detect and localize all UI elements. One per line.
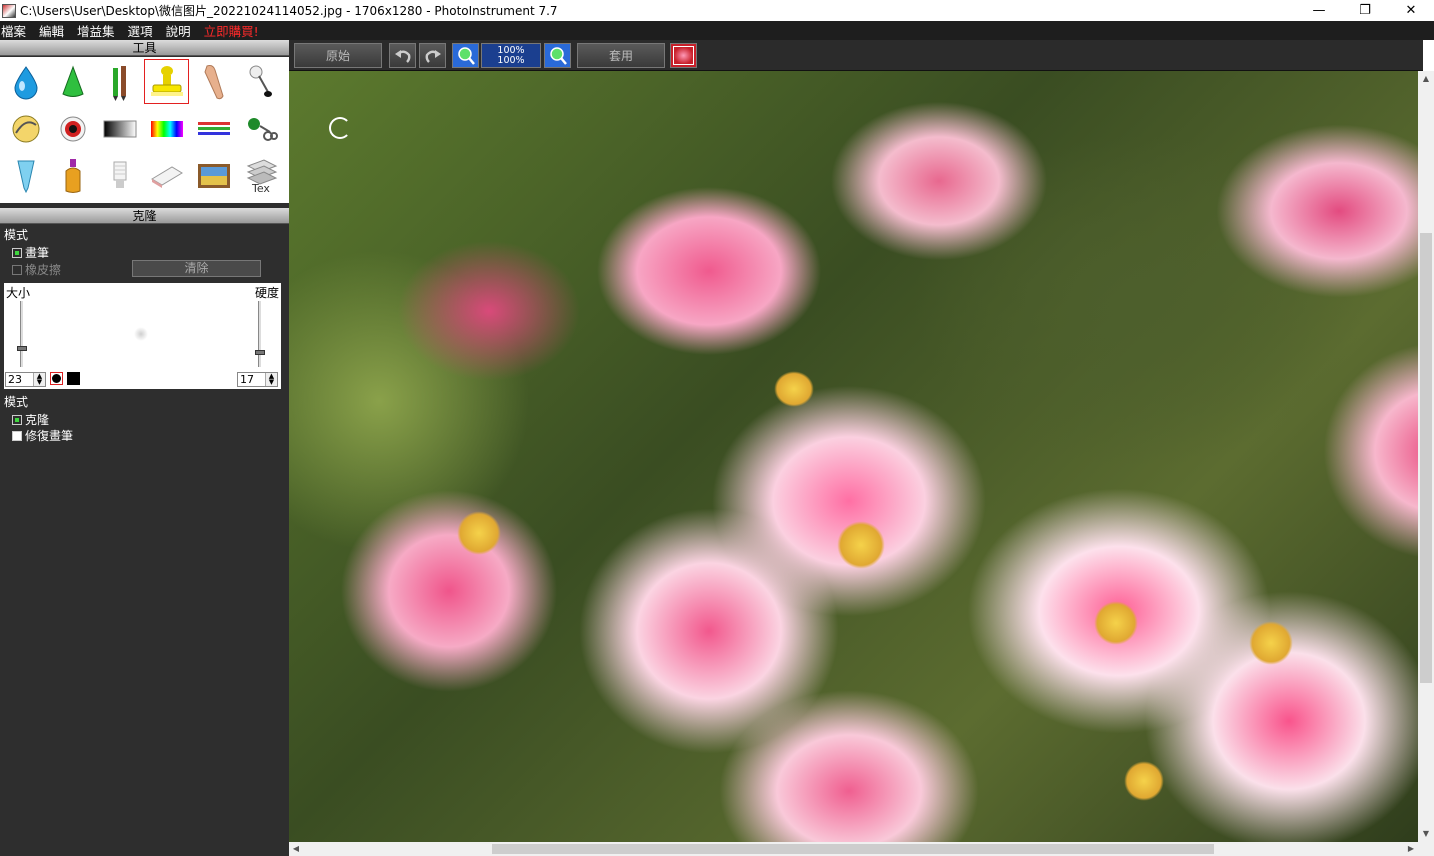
original-button[interactable]: 原始 — [294, 43, 382, 68]
size-slider[interactable] — [17, 301, 27, 367]
menu-help[interactable]: 說明 — [165, 21, 197, 40]
flower-center — [1124, 761, 1164, 801]
menu-options[interactable]: 選項 — [127, 21, 159, 40]
menu-bar: 檔案 編輯 增益集 選項 說明 立即購買! — [0, 21, 1434, 40]
repair-brush-checkbox[interactable] — [12, 430, 22, 441]
thumbnail-icon[interactable] — [670, 43, 697, 68]
vertical-scrollbar[interactable]: ▲ ▼ — [1418, 71, 1434, 842]
scroll-right-icon[interactable]: ▶ — [1404, 842, 1418, 856]
pin-icon[interactable] — [237, 58, 284, 105]
hardness-value[interactable]: 17 — [238, 373, 265, 386]
brush-cursor — [329, 117, 351, 139]
repair-brush-option[interactable]: 修復畫筆 — [12, 427, 73, 444]
app-icon — [2, 3, 16, 18]
apply-button[interactable]: 套用 — [577, 43, 665, 68]
menu-edit[interactable]: 編輯 — [38, 21, 70, 40]
menu-buy-now[interactable]: 立即購買! — [203, 21, 265, 40]
scroll-left-icon[interactable]: ◀ — [289, 842, 303, 856]
window-controls: — ❐ ✕ — [1296, 0, 1434, 21]
eraser-mode-label: 橡皮擦 — [25, 263, 62, 277]
hardness-slider[interactable] — [255, 301, 265, 367]
finger-icon[interactable] — [190, 58, 237, 105]
clone-option[interactable]: 克隆 — [12, 411, 49, 428]
restore-icon[interactable]: ❐ — [1342, 0, 1388, 21]
mode-label: 模式 — [4, 228, 29, 242]
menu-plugins[interactable]: 增益集 — [76, 21, 121, 40]
clone-header: 克隆 — [0, 208, 289, 224]
square-brush-swatch[interactable] — [67, 372, 80, 385]
top-toolbar: 原始 100% 100% 套用 — [289, 40, 1423, 71]
hardness-slider-thumb[interactable] — [255, 349, 265, 355]
zoom-bottom-label: 100% — [497, 54, 525, 66]
size-stepper[interactable]: 23 ▲ ▼ — [5, 372, 46, 387]
vertical-scroll-thumb[interactable] — [1420, 233, 1432, 683]
brush-mode-checkbox[interactable] — [12, 247, 22, 258]
scroll-down-icon[interactable]: ▼ — [1418, 826, 1434, 842]
image-canvas[interactable] — [289, 71, 1418, 842]
brush-settings: 大小 硬度 23 ▲ ▼ 17 ▲ ▼ — [4, 283, 281, 389]
flower-center — [837, 521, 885, 569]
close-icon[interactable]: ✕ — [1388, 0, 1434, 21]
minimize-icon[interactable]: — — [1296, 0, 1342, 21]
text-icon[interactable]: Tex — [237, 152, 284, 199]
hardness-label: 硬度 — [254, 286, 279, 300]
clone-option-label: 克隆 — [25, 413, 50, 427]
drop-icon[interactable] — [2, 58, 49, 105]
window-title: C:\Users\User\Desktop\微信图片_2022102411405… — [20, 4, 558, 18]
flower-center — [774, 371, 814, 407]
size-value[interactable]: 23 — [6, 373, 33, 386]
horizontal-scrollbar[interactable]: ◀ ▶ — [289, 842, 1418, 856]
flower-center — [1249, 621, 1293, 665]
picture-icon[interactable] — [190, 152, 237, 199]
size-slider-thumb[interactable] — [17, 346, 27, 352]
zoom-100-button[interactable]: 100% 100% — [481, 43, 541, 68]
svg-text:Tex: Tex — [251, 182, 270, 194]
repair-brush-label: 修復畫筆 — [25, 429, 74, 443]
pencils-icon[interactable] — [96, 58, 143, 105]
left-panel: 工具 Tex 克隆 模式 畫筆 橡皮擦 清除 大小 硬度 23 ▲ ▼ 17 ▲… — [0, 40, 289, 856]
title-bar: C:\Users\User\Desktop\微信图片_2022102411405… — [0, 0, 1434, 21]
tool-grid: Tex — [0, 57, 289, 203]
bulb-icon[interactable] — [96, 152, 143, 199]
lines-icon[interactable] — [190, 105, 237, 152]
tools-header: 工具 — [0, 40, 289, 56]
zoom-top-label: 100% — [497, 44, 525, 56]
size-label: 大小 — [6, 286, 31, 300]
clone-checkbox[interactable] — [12, 414, 22, 425]
scroll-corner — [1418, 842, 1434, 856]
toolbar-edge — [1423, 40, 1434, 71]
horizontal-scroll-thumb[interactable] — [492, 844, 1214, 854]
clear-button[interactable]: 清除 — [132, 260, 261, 277]
zoom-out-icon[interactable] — [544, 43, 571, 68]
gradient-icon[interactable] — [96, 105, 143, 152]
round-brush-swatch[interactable] — [50, 372, 63, 385]
size-stepper-arrows[interactable]: ▲ ▼ — [33, 373, 45, 386]
mode2-label: 模式 — [4, 395, 29, 409]
zoom-in-icon[interactable] — [452, 43, 479, 68]
eraser-icon[interactable] — [143, 152, 190, 199]
flower-center — [457, 511, 501, 555]
stamp-icon[interactable] — [143, 58, 190, 105]
cone-icon[interactable] — [49, 58, 96, 105]
eraser-mode-checkbox[interactable] — [12, 264, 22, 275]
spectrum-icon[interactable] — [143, 105, 190, 152]
undo-icon[interactable] — [389, 43, 416, 68]
bottle-icon[interactable] — [49, 152, 96, 199]
brush-mode-option[interactable]: 畫筆 — [12, 244, 49, 261]
flower-center — [1094, 601, 1138, 645]
eye-icon[interactable] — [49, 105, 96, 152]
menu-file[interactable]: 檔案 — [0, 21, 32, 40]
hardness-stepper[interactable]: 17 ▲ ▼ — [237, 372, 278, 387]
scissors-icon[interactable] — [237, 105, 284, 152]
hardness-stepper-arrows[interactable]: ▲ ▼ — [265, 373, 277, 386]
eraser-mode-option[interactable]: 橡皮擦 — [12, 261, 61, 278]
tube-icon[interactable] — [2, 152, 49, 199]
brush-mode-label: 畫筆 — [25, 246, 50, 260]
scroll-up-icon[interactable]: ▲ — [1418, 71, 1434, 87]
warp-icon[interactable] — [2, 105, 49, 152]
brush-preview — [134, 327, 148, 341]
redo-icon[interactable] — [419, 43, 446, 68]
